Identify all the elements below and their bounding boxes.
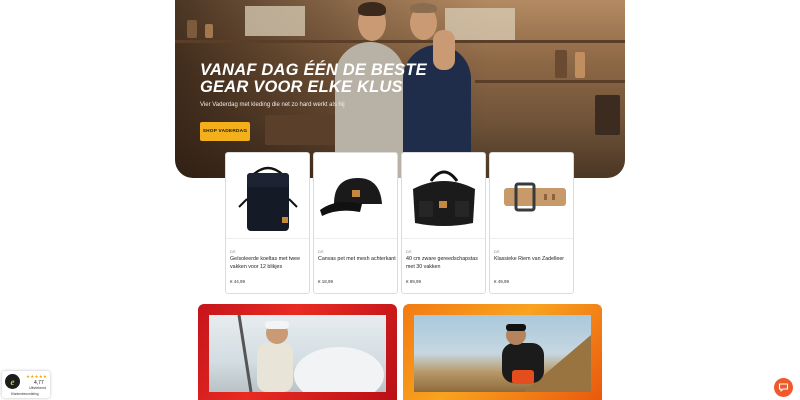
shop-vaderdag-button[interactable]: SHOP VADERDAG: [200, 122, 250, 141]
belt-icon: [503, 182, 566, 211]
cap-icon: [319, 177, 382, 216]
product-image[interactable]: [226, 153, 309, 239]
product-name[interactable]: 40 cm zware gereedschapstas met 30 vakke…: [406, 255, 484, 271]
product-name[interactable]: Canvas pet met mesh achterkant: [318, 255, 396, 263]
product-name[interactable]: Geïsoleerde koeltas met twee vakken voor…: [230, 255, 308, 271]
jar-decor: [575, 52, 585, 78]
product-image[interactable]: [490, 153, 573, 239]
product-card[interactable]: DS Canvas pet met mesh achterkant € 18,9…: [313, 152, 398, 294]
promo-banner-red[interactable]: [198, 304, 397, 400]
product-tag: DS: [406, 249, 412, 254]
cooler-bag-icon: [237, 166, 298, 231]
jar-decor: [555, 50, 567, 78]
window-decor: [245, 6, 305, 36]
window-decor: [445, 8, 515, 42]
rating-sublabel: Klantenbeoordeling: [11, 392, 39, 396]
rating-label: Uitstekend: [29, 386, 46, 390]
promo-photo-worker: [209, 314, 386, 400]
product-price: € 18,99: [318, 279, 334, 284]
tool-bag-icon: [412, 170, 475, 226]
jar-decor: [205, 24, 213, 38]
product-tag: DS: [230, 249, 236, 254]
hero-subtitle: Vier Vaderdag met kleding die net zo har…: [200, 102, 345, 108]
chat-button[interactable]: [774, 378, 793, 397]
product-carousel: DS Geïsoleerde koeltas met twee vakken v…: [225, 152, 574, 294]
chat-bubble-icon: [778, 383, 789, 392]
trusted-shops-seal-icon: e: [5, 374, 20, 389]
hero-title: VANAF DAG ÉÉN DE BESTE GEAR VOOR ELKE KL…: [200, 61, 427, 96]
product-price: € 49,99: [494, 279, 510, 284]
roofer-image: [502, 324, 591, 392]
product-tag: DS: [318, 249, 324, 254]
workbench-decor: [265, 115, 345, 145]
shelf-decor: [175, 40, 625, 43]
product-card[interactable]: DS Klassieke Riem van Zadelleer € 49,99: [489, 152, 574, 294]
product-image[interactable]: [402, 153, 485, 239]
promo-photo-roofer: [414, 315, 591, 392]
promo-banner-orange[interactable]: [403, 304, 602, 400]
product-price: € 89,99: [406, 279, 422, 284]
jar-decor: [187, 20, 197, 38]
trust-badge[interactable]: e ★★★★★ 4,77 Uitstekend Klantenbeoordeli…: [2, 371, 50, 398]
page: VANAF DAG ÉÉN DE BESTE GEAR VOOR ELKE KL…: [0, 0, 800, 400]
shelf-decor: [475, 80, 625, 83]
product-image[interactable]: [314, 153, 397, 239]
person-left-hair: [358, 2, 386, 16]
product-card[interactable]: DS 40 cm zware gereedschapstas met 30 va…: [401, 152, 486, 294]
workbench-decor: [595, 95, 620, 135]
product-price: € 44,99: [230, 279, 246, 284]
product-tag: DS: [494, 249, 500, 254]
person-right-hair: [410, 3, 437, 13]
product-card[interactable]: DS Geïsoleerde koeltas met twee vakken v…: [225, 152, 310, 294]
worker-satellite-image: [237, 314, 384, 400]
product-name[interactable]: Klassieke Riem van Zadelleer: [494, 255, 572, 263]
